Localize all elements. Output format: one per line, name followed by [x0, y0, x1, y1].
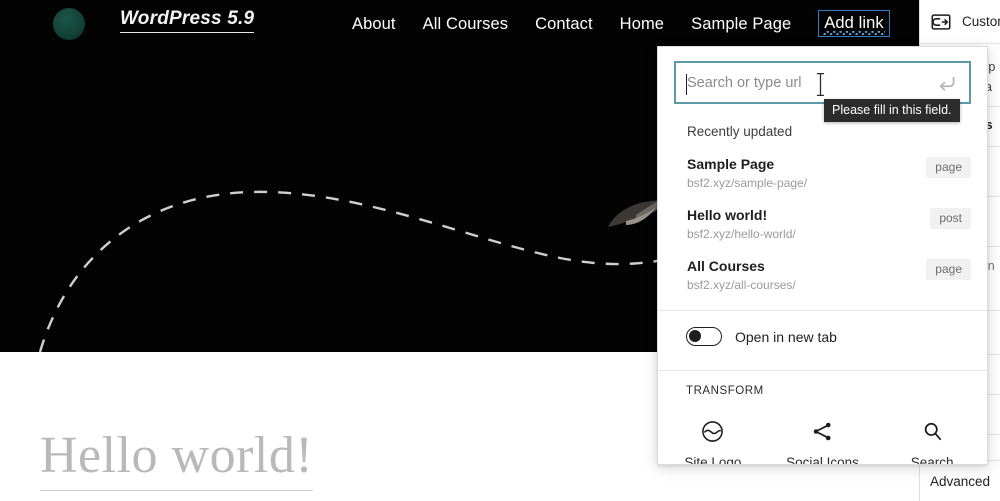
link-search-input[interactable]	[676, 63, 933, 102]
transform-option-search[interactable]: Search	[877, 419, 987, 465]
search-icon	[924, 422, 941, 441]
site-navigation: About All Courses Contact Home Sample Pa…	[352, 10, 890, 37]
transform-option-social-icons[interactable]: Social Icons	[768, 419, 878, 465]
list-item-url: bsf2.xyz/hello-world/	[687, 227, 796, 241]
post-title[interactable]: Hello world!	[40, 428, 314, 491]
open-in-new-tab-row[interactable]: Open in new tab	[658, 311, 987, 362]
nav-item-home[interactable]: Home	[620, 13, 664, 35]
share-icon	[813, 422, 831, 441]
list-item-title: All Courses	[687, 258, 765, 274]
link-results-list: Sample Page bsf2.xyz/sample-page/ page H…	[658, 139, 987, 302]
link-popover: Please fill in this field. Recently upda…	[657, 46, 988, 465]
nav-item-about[interactable]: About	[352, 13, 396, 35]
nav-item-add-link[interactable]: Add link	[818, 10, 890, 37]
validation-tooltip: Please fill in this field.	[824, 99, 960, 122]
transform-section: TRANSFORM Site Logo Social Icons Search	[658, 371, 987, 465]
list-item[interactable]: All Courses bsf2.xyz/all-courses/ page	[658, 251, 987, 302]
text-caret	[686, 74, 687, 95]
status-badge: post	[930, 208, 971, 229]
sidebar-advanced-panel-toggle[interactable]: Advanced	[920, 460, 1000, 501]
site-logo-icon	[702, 421, 724, 442]
nav-item-add-link-label: Add link	[824, 14, 884, 32]
list-item-url: bsf2.xyz/sample-page/	[687, 176, 808, 190]
list-item-text: Sample Page bsf2.xyz/sample-page/	[687, 155, 807, 191]
list-item-title: Hello world!	[687, 207, 768, 223]
transform-option-site-logo[interactable]: Site Logo	[658, 419, 768, 465]
transform-option-label: Search	[910, 455, 954, 465]
custom-link-icon[interactable]	[930, 11, 952, 33]
nav-item-all-courses[interactable]: All Courses	[423, 13, 508, 35]
transform-heading: TRANSFORM	[686, 385, 764, 397]
status-badge: page	[926, 259, 971, 280]
list-item[interactable]: Hello world! bsf2.xyz/hello-world/ post	[658, 200, 987, 251]
sidebar-advanced-label: Advanced	[930, 473, 991, 489]
link-search-box[interactable]	[674, 61, 971, 104]
invalid-squiggle-underline	[823, 31, 885, 35]
nav-item-sample-page[interactable]: Sample Page	[691, 13, 791, 35]
link-search-area: Please fill in this field.	[658, 47, 987, 122]
list-item-text: All Courses bsf2.xyz/all-courses/	[687, 257, 796, 293]
sidebar-toolbar: Customize	[920, 0, 1000, 44]
list-item-text: Hello world! bsf2.xyz/hello-world/	[687, 206, 796, 242]
status-badge: page	[926, 157, 971, 178]
sidebar-toolbar-label[interactable]: Customize	[962, 14, 1000, 29]
editor-screen: WordPress 5.9 About All Courses Contact …	[0, 0, 1000, 501]
list-item-title: Sample Page	[687, 156, 775, 172]
transform-option-label: Site Logo	[684, 455, 742, 465]
transform-option-label: Social Icons	[786, 455, 859, 465]
site-header: WordPress 5.9 About All Courses Contact …	[0, 0, 919, 48]
open-in-new-tab-label: Open in new tab	[735, 328, 837, 345]
open-in-new-tab-toggle[interactable]	[686, 327, 722, 346]
enter-arrow-icon[interactable]	[933, 70, 959, 96]
site-logo-icon[interactable]	[53, 8, 85, 40]
list-item[interactable]: Sample Page bsf2.xyz/sample-page/ page	[658, 149, 987, 200]
toggle-knob	[689, 330, 701, 342]
nav-item-contact[interactable]: Contact	[535, 13, 593, 35]
transform-options: Site Logo Social Icons Search	[658, 397, 987, 465]
list-item-url: bsf2.xyz/all-courses/	[687, 278, 796, 292]
site-title[interactable]: WordPress 5.9	[120, 8, 255, 33]
